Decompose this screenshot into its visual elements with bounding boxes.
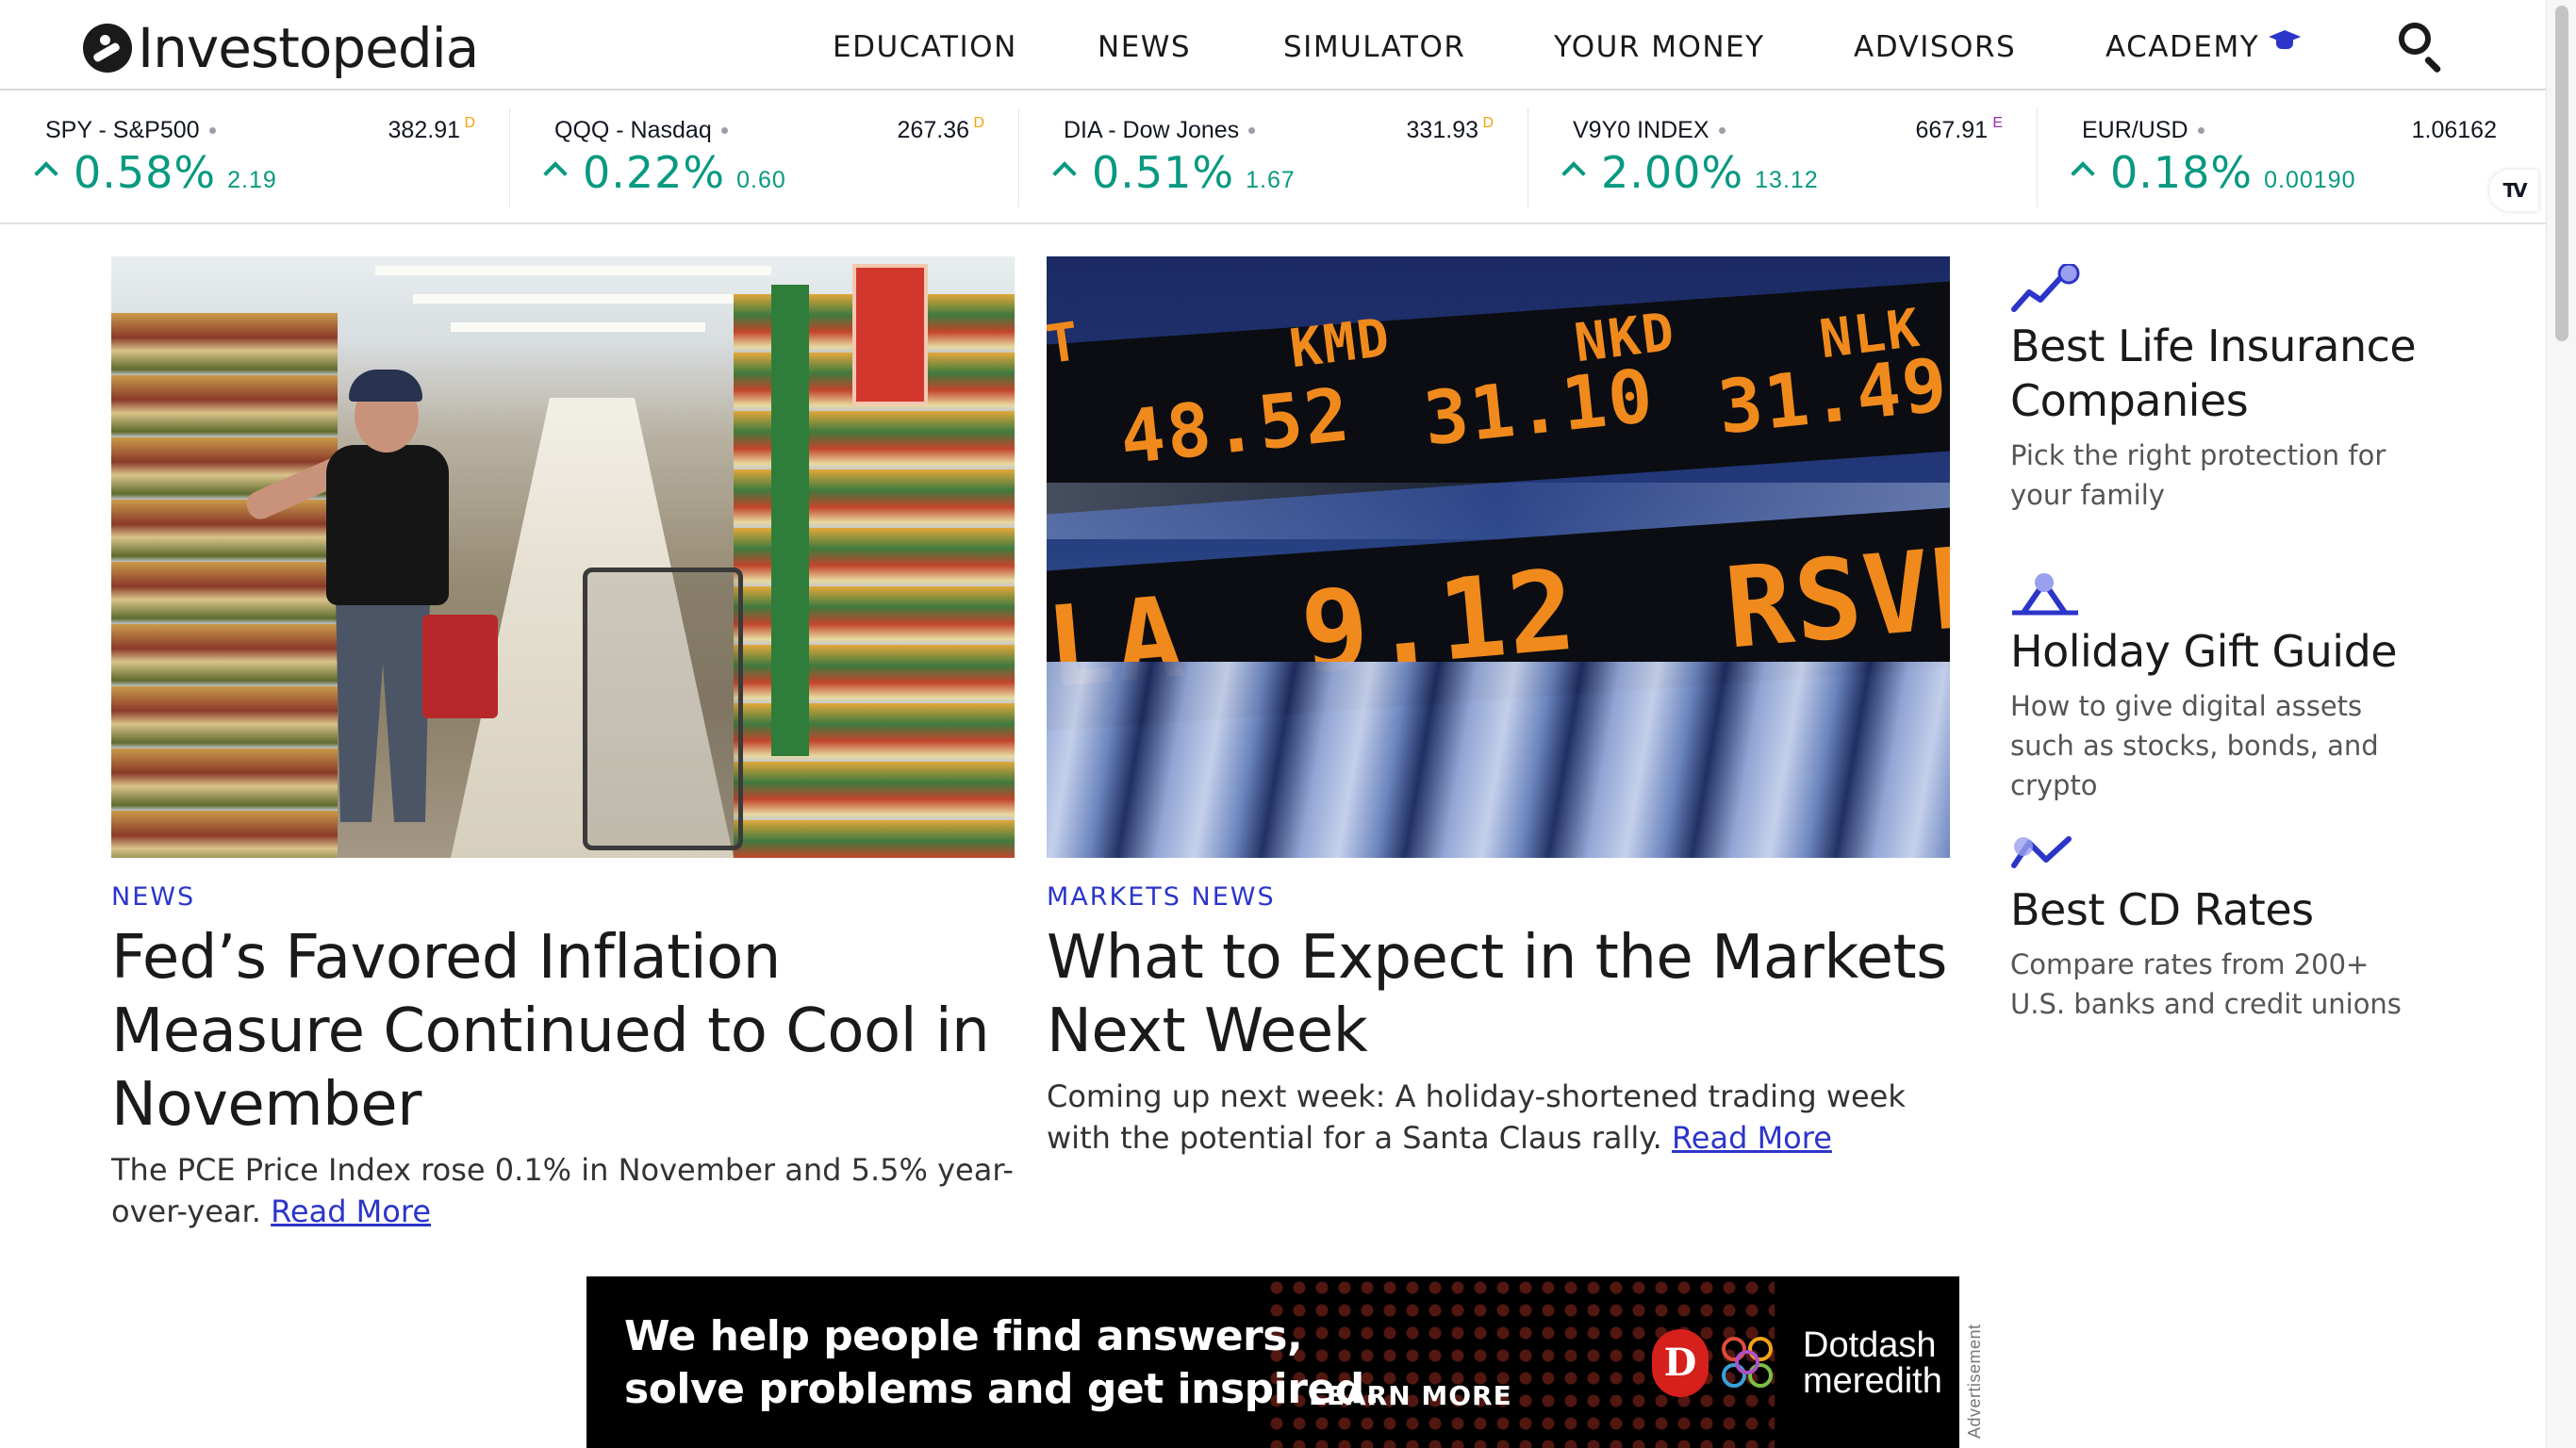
article-category[interactable]: MARKETS NEWS [1047, 882, 1950, 912]
ad-brand-line2: meredith [1803, 1361, 1942, 1401]
article-summary: Coming up next week: A holiday-shortened… [1047, 1076, 1950, 1159]
ticker-percent: 0.18% [2110, 147, 2254, 198]
sidebar-item-cd-rates[interactable]: Best CD Rates Compare rates from 200+ U.… [2010, 828, 2425, 1024]
sidebar-desc: Pick the right protection for your famil… [2010, 439, 2386, 511]
ticker-change: 0.00190 [2264, 167, 2356, 193]
ticker-item-eurusd[interactable]: EUR/USD 1.06162 0.18% 0.00190 [2037, 90, 2544, 224]
shelf-sign [852, 264, 928, 405]
advertisement-label-text: Advertisement [1965, 1324, 1984, 1439]
status-dot-icon [208, 127, 216, 134]
ticker-flag: D [464, 115, 475, 131]
market-ticker: SPY - S&P500 382.91 D 0.58% 2.19 QQQ - Na… [0, 90, 2546, 224]
article-summary-text: The PCE Price Index rose 0.1% in Novembe… [111, 1152, 1014, 1229]
article-image-markets[interactable]: T KMD NKD NLK 48.52 31.10 31.49 LA 9.12 … [1047, 256, 1950, 858]
logo-mark-icon [83, 24, 132, 73]
ticker-percent: 0.58% [74, 147, 217, 198]
ticker-price: 667.91 [1915, 117, 1988, 143]
nav-advisors[interactable]: ADVISORS [1854, 25, 2016, 70]
ticker-percent: 0.22% [583, 147, 726, 198]
status-dot-icon [2197, 127, 2204, 134]
ticker-percent: 2.00% [1601, 147, 1744, 198]
status-dot-icon [720, 127, 728, 134]
sidebar-item-gift-guide[interactable]: Holiday Gift Guide How to give digital a… [2010, 569, 2425, 805]
up-arrow-icon [2071, 161, 2095, 186]
scrollbar-thumb[interactable] [2555, 6, 2568, 341]
ticker-change: 0.60 [736, 167, 786, 193]
ad-brand-line1: Dotdash [1803, 1325, 1937, 1365]
ticker-flag: D [1482, 115, 1494, 131]
zigzag-icon [2010, 828, 2080, 879]
ticker-flag: D [973, 115, 984, 131]
ticker-flag: E [1992, 115, 2003, 131]
board-text: KMD [1286, 306, 1395, 381]
ticker-change: 13.12 [1755, 167, 1819, 193]
ticker-symbol: EUR/USD [2082, 117, 2188, 143]
status-dot-icon [1718, 127, 1726, 134]
peak-icon [2010, 569, 2080, 620]
ticker-price: 331.93 [1406, 117, 1478, 143]
sidebar-desc: Compare rates from 200+ U.S. banks and c… [2010, 948, 2402, 1020]
board-text: T [1047, 310, 1085, 377]
advertisement-label: Advertisement [1965, 1297, 1988, 1439]
ticker-price: 382.91 [388, 117, 460, 143]
ad-brand-name: Dotdash meredith [1803, 1327, 1942, 1399]
nav-education[interactable]: EDUCATION [833, 25, 1017, 70]
ticker-price: 267.36 [897, 117, 969, 143]
sidebar-item-life-insurance[interactable]: Best Life Insurance Companies Pick the r… [2010, 262, 2425, 515]
nav-academy[interactable]: ACADEMY [2105, 25, 2303, 70]
site-header: Investopedia EDUCATION NEWS SIMULATOR YO… [0, 0, 2546, 90]
ticker-item-v9y0[interactable]: V9Y0 INDEX 667.91 E 2.00% 13.12 [1527, 90, 2035, 224]
up-arrow-icon [1561, 161, 1586, 186]
ticker-symbol: SPY - S&P500 [45, 117, 200, 143]
trend-up-icon [2010, 262, 2080, 315]
sidebar-title: Holiday Gift Guide [2010, 626, 2398, 677]
ad-headline-line2: solve problems and get inspired. [624, 1365, 1380, 1413]
sidebar-title: Best Life Insurance Companies [2010, 321, 2417, 426]
article-card-markets: MARKETS NEWS What to Expect in the Marke… [1047, 882, 1950, 1159]
meredith-knot-logo-icon [1716, 1331, 1784, 1399]
ticker-symbol: QQQ - Nasdaq [554, 117, 712, 143]
ticker-price: 1.06162 [2411, 117, 2497, 143]
article-headline[interactable]: What to Expect in the Markets Next Week [1047, 921, 1950, 1068]
ticker-item-qqq[interactable]: QQQ - Nasdaq 267.36 D 0.22% 0.60 [509, 90, 1016, 224]
ticker-item-dia[interactable]: DIA - Dow Jones 331.93 D 0.51% 1.67 [1018, 90, 1526, 224]
nav-news[interactable]: NEWS [1098, 25, 1191, 70]
search-icon[interactable] [2395, 19, 2446, 74]
board-text: RSVN [1720, 519, 1950, 674]
page-scrollbar[interactable] [2546, 0, 2576, 1448]
sidebar-title: Best CD Rates [2010, 884, 2314, 935]
up-arrow-icon [34, 161, 58, 186]
tradingview-logo-icon[interactable]: TV [2489, 170, 2538, 211]
ticker-item-spy[interactable]: SPY - S&P500 382.91 D 0.58% 2.19 [0, 90, 507, 224]
article-headline[interactable]: Fed’s Favored Inflation Measure Continue… [111, 921, 1015, 1142]
shopping-cart [583, 568, 743, 850]
graduation-cap-icon [2267, 28, 2303, 53]
up-arrow-icon [543, 161, 568, 186]
ad-headline-line1: We help people find answers, [624, 1312, 1303, 1360]
nav-your-money[interactable]: YOUR MONEY [1554, 25, 1765, 70]
article-card-inflation: NEWS Fed’s Favored Inflation Measure Con… [111, 882, 1015, 1232]
shelf-banner [771, 285, 809, 756]
ticker-symbol: DIA - Dow Jones [1064, 117, 1240, 143]
ticker-symbol: V9Y0 INDEX [1573, 117, 1709, 143]
nav-academy-label: ACADEMY [2105, 30, 2260, 64]
ad-learn-more[interactable]: LEARN MORE [1309, 1380, 1512, 1411]
status-dot-icon [1248, 127, 1256, 134]
up-arrow-icon [1052, 161, 1077, 186]
logo-text: Investopedia [138, 16, 479, 80]
ticker-percent: 0.51% [1092, 147, 1235, 198]
sidebar-desc: How to give digital assets such as stock… [2010, 690, 2379, 801]
article-image-grocery[interactable] [111, 256, 1015, 858]
investopedia-logo[interactable]: Investopedia [83, 16, 479, 80]
article-summary: The PCE Price Index rose 0.1% in Novembe… [111, 1149, 1015, 1232]
ticker-change: 2.19 [227, 167, 277, 193]
read-more-link[interactable]: Read More [1672, 1120, 1832, 1156]
nav-simulator[interactable]: SIMULATOR [1283, 25, 1465, 70]
dotdash-d-logo-icon: D [1652, 1329, 1709, 1397]
advertisement-banner[interactable]: We help people find answers, solve probl… [586, 1276, 1959, 1448]
read-more-link[interactable]: Read More [271, 1193, 431, 1229]
article-category[interactable]: NEWS [111, 882, 1015, 912]
ticker-change: 1.67 [1246, 167, 1296, 193]
